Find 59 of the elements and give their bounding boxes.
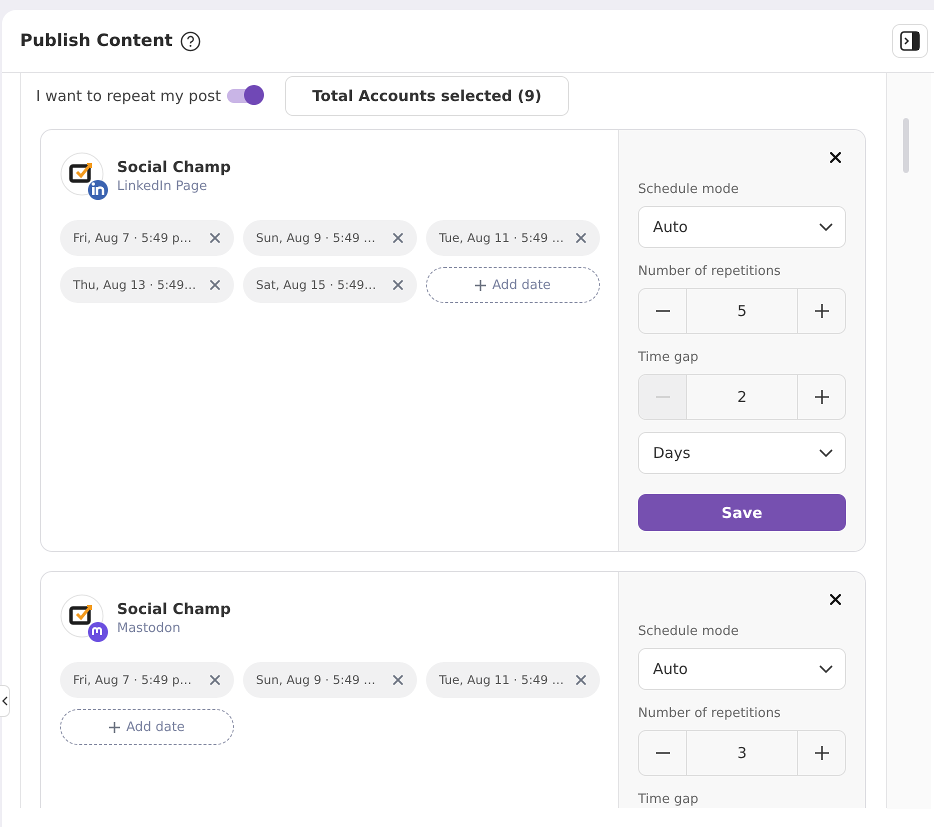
remove-icon xyxy=(393,280,403,290)
scrollbar[interactable] xyxy=(903,118,909,173)
help-icon xyxy=(180,30,201,52)
remove-icon xyxy=(210,233,220,243)
time-unit-select[interactable]: Days xyxy=(638,432,846,474)
date-chip[interactable]: Tue, Aug 11 · 5:49 … xyxy=(426,662,600,698)
repeat-label: I want to repeat my post xyxy=(36,87,221,105)
date-chip[interactable]: Sun, Aug 9 · 5:49 … xyxy=(243,220,417,256)
account-name: Social Champ xyxy=(117,158,231,176)
chevron-down-icon xyxy=(819,222,833,232)
chevron-down-icon xyxy=(819,448,833,458)
stepper-value: 3 xyxy=(686,731,798,775)
field-label: Schedule mode xyxy=(638,624,740,639)
minus-icon xyxy=(656,752,670,754)
date-chip[interactable]: Fri, Aug 7 · 5:49 p… xyxy=(60,220,234,256)
remove-icon xyxy=(393,675,403,685)
chevron-left-icon xyxy=(2,696,8,706)
date-chip[interactable]: Sun, Aug 9 · 5:49 … xyxy=(243,662,417,698)
minus-icon xyxy=(656,310,670,312)
date-chip[interactable]: Thu, Aug 13 · 5:49… xyxy=(60,267,234,303)
plus-icon xyxy=(814,390,828,404)
close-icon xyxy=(830,594,840,604)
plus-icon xyxy=(109,722,120,732)
remove-icon xyxy=(210,675,220,685)
collapse-panel-button[interactable] xyxy=(892,24,928,58)
field-label: Schedule mode xyxy=(638,182,740,197)
remove-icon xyxy=(576,675,586,685)
schedule-mode-select[interactable]: Auto xyxy=(638,206,846,248)
window-title: Publish Content xyxy=(20,31,173,51)
field-label: Number of repetitions xyxy=(638,264,782,279)
remove-icon xyxy=(576,233,586,243)
minus-icon xyxy=(656,396,670,398)
remove-icon xyxy=(210,280,220,290)
add-date-button[interactable]: Add date xyxy=(60,709,234,745)
account-network: LinkedIn Page xyxy=(117,179,208,194)
add-date-button[interactable]: Add date xyxy=(426,267,600,303)
date-chip[interactable]: Sat, Aug 15 · 5:49… xyxy=(243,267,417,303)
panel-icon xyxy=(899,30,921,52)
close-icon xyxy=(830,152,840,162)
field-label: Number of repetitions xyxy=(638,706,782,721)
expand-button[interactable] xyxy=(0,685,10,717)
date-chip[interactable]: Tue, Aug 11 · 5:49 … xyxy=(426,220,600,256)
date-chip[interactable]: Fri, Aug 7 · 5:49 p… xyxy=(60,662,234,698)
account-name: Social Champ xyxy=(117,600,231,618)
field-label: Time gap xyxy=(638,792,700,807)
stepper-value: 2 xyxy=(686,375,798,419)
chevron-down-icon xyxy=(819,664,833,674)
total-accounts-button[interactable]: Total Accounts selected (9) xyxy=(284,76,569,116)
plus-icon xyxy=(814,304,828,318)
account-logo-drawing xyxy=(60,152,108,200)
plus-icon xyxy=(814,746,828,760)
account-logo-drawing xyxy=(60,594,108,642)
field-label: Time gap xyxy=(638,350,700,365)
account-network: Mastodon xyxy=(117,621,182,636)
schedule-mode-select[interactable]: Auto xyxy=(638,648,846,690)
plus-icon xyxy=(475,280,486,290)
remove-icon xyxy=(393,233,403,243)
stepper-value: 5 xyxy=(686,289,798,333)
save-button[interactable]: Save xyxy=(638,494,846,531)
